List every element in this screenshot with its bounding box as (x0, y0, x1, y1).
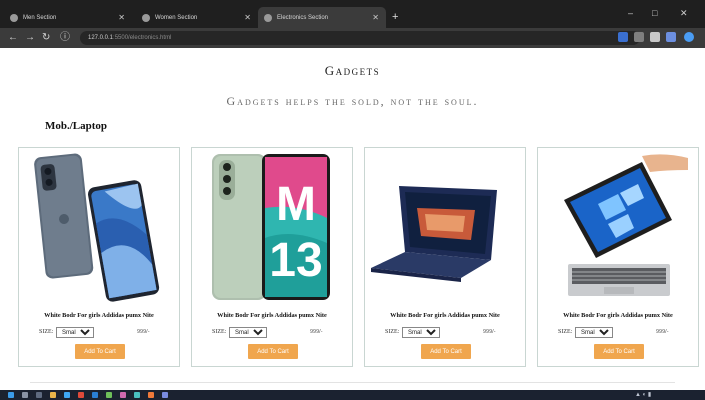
forward-arrow-icon[interactable]: → (25, 32, 35, 44)
product-card: White Bodr For girls Addidas pumx Nite S… (364, 147, 526, 367)
size-select[interactable]: Small (229, 327, 267, 338)
tab-favicon-icon (142, 13, 150, 22)
tab-favicon-icon (10, 13, 18, 22)
app-icon[interactable] (120, 392, 126, 398)
product-price: 999/- (483, 329, 496, 335)
address-path: :5500/electronics.html (113, 35, 172, 41)
back-arrow-icon[interactable]: ← (8, 32, 18, 44)
file-explorer-icon[interactable] (50, 392, 56, 398)
svg-text:13: 13 (269, 234, 322, 287)
tab-women-section[interactable]: Women Section ✕ (136, 7, 258, 28)
task-view-icon[interactable] (36, 392, 42, 398)
os-taskbar: ▲ ◐ ▮ (0, 390, 705, 400)
split-view-icon[interactable] (666, 32, 676, 42)
puzzle-icon[interactable] (650, 32, 660, 42)
samsung-m13-image: M 13 (212, 154, 330, 300)
product-name: White Bodr For girls Addidas pumx Nite (44, 312, 154, 319)
browser-toolbar: ← → ↻ ⓘ 127.0.0.1:5500/electronics.html (0, 28, 705, 48)
chrome-icon[interactable] (78, 392, 84, 398)
edge-icon[interactable] (64, 392, 70, 398)
product-name: White Bodr For girls Addidas pumx Nite (390, 312, 500, 319)
address-bar[interactable]: 127.0.0.1:5500/electronics.html (80, 31, 640, 45)
close-tab-icon[interactable]: ✕ (372, 13, 379, 22)
page-content: Gadgets Gadgets helps the sold, not the … (0, 48, 705, 390)
close-tab-icon[interactable]: ✕ (244, 13, 251, 22)
motorola-phone-image (34, 153, 160, 302)
tab-label: Women Section (155, 14, 198, 21)
product-price: 999/- (310, 329, 323, 335)
tab-electronics-section[interactable]: Electronics Section ✕ (258, 7, 386, 28)
profile-avatar-icon[interactable] (684, 32, 694, 42)
app-icon[interactable] (134, 392, 140, 398)
address-host: 127.0.0.1 (88, 35, 114, 41)
info-icon[interactable]: ⓘ (60, 32, 70, 44)
size-label: SIZE: (385, 329, 400, 335)
product-price: 999/- (137, 329, 150, 335)
new-tab-button[interactable]: + (392, 12, 398, 23)
size-label: SIZE: (212, 329, 227, 335)
maximize-button[interactable]: □ (652, 9, 657, 18)
divider (30, 382, 675, 383)
page-tagline: Gadgets helps the sold, not the soul. (226, 94, 479, 108)
size-select[interactable]: Small (575, 327, 613, 338)
detachable-tablet-image (564, 154, 688, 296)
browser-tab-strip: Men Section ✕ Women Section ✕ Electronic… (0, 0, 705, 28)
section-heading: Mob./Laptop (45, 120, 108, 132)
product-name: White Bodr For girls Addidas pumx Nite (563, 312, 673, 319)
start-icon[interactable] (8, 392, 14, 398)
app-icon[interactable] (148, 392, 154, 398)
app-icon[interactable] (162, 392, 168, 398)
product-price: 999/- (656, 329, 669, 335)
system-tray-icon[interactable]: ▲ ◐ ▮ (635, 391, 651, 399)
tab-label: Men Section (23, 14, 57, 21)
size-label: SIZE: (558, 329, 573, 335)
add-to-cart-button[interactable]: Add To Cart (248, 344, 298, 359)
product-card: White Bodr For girls Addidas pumx Nite S… (18, 147, 180, 367)
add-to-cart-button[interactable]: Add To Cart (75, 344, 125, 359)
tab-label: Electronics Section (277, 14, 329, 21)
tab-men-section[interactable]: Men Section ✕ (4, 7, 132, 28)
close-tab-icon[interactable]: ✕ (118, 13, 125, 22)
app-icon[interactable] (106, 392, 112, 398)
size-select[interactable]: Small (402, 327, 440, 338)
minimize-button[interactable]: – (628, 9, 633, 18)
product-card: White Bodr For girls Addidas pumx Nite S… (537, 147, 699, 367)
close-window-button[interactable]: ✕ (680, 9, 688, 18)
add-to-cart-button[interactable]: Add To Cart (421, 344, 471, 359)
extension-icon[interactable] (618, 32, 628, 42)
product-name: White Bodr For girls Addidas pumx Nite (217, 312, 327, 319)
search-icon[interactable] (22, 392, 28, 398)
product-card: M 13 White Bodr For girls Addidas pumx N… (191, 147, 353, 367)
svg-text:M: M (276, 178, 316, 231)
reload-icon[interactable]: ↻ (42, 32, 50, 44)
size-label: SIZE: (39, 329, 54, 335)
tab-favicon-icon (264, 13, 272, 22)
convertible-laptop-image (371, 186, 497, 282)
size-select[interactable]: Small (56, 327, 94, 338)
add-to-cart-button[interactable]: Add To Cart (594, 344, 644, 359)
page-title: Gadgets (324, 63, 381, 78)
vscode-icon[interactable] (92, 392, 98, 398)
extension-icon[interactable] (634, 32, 644, 42)
